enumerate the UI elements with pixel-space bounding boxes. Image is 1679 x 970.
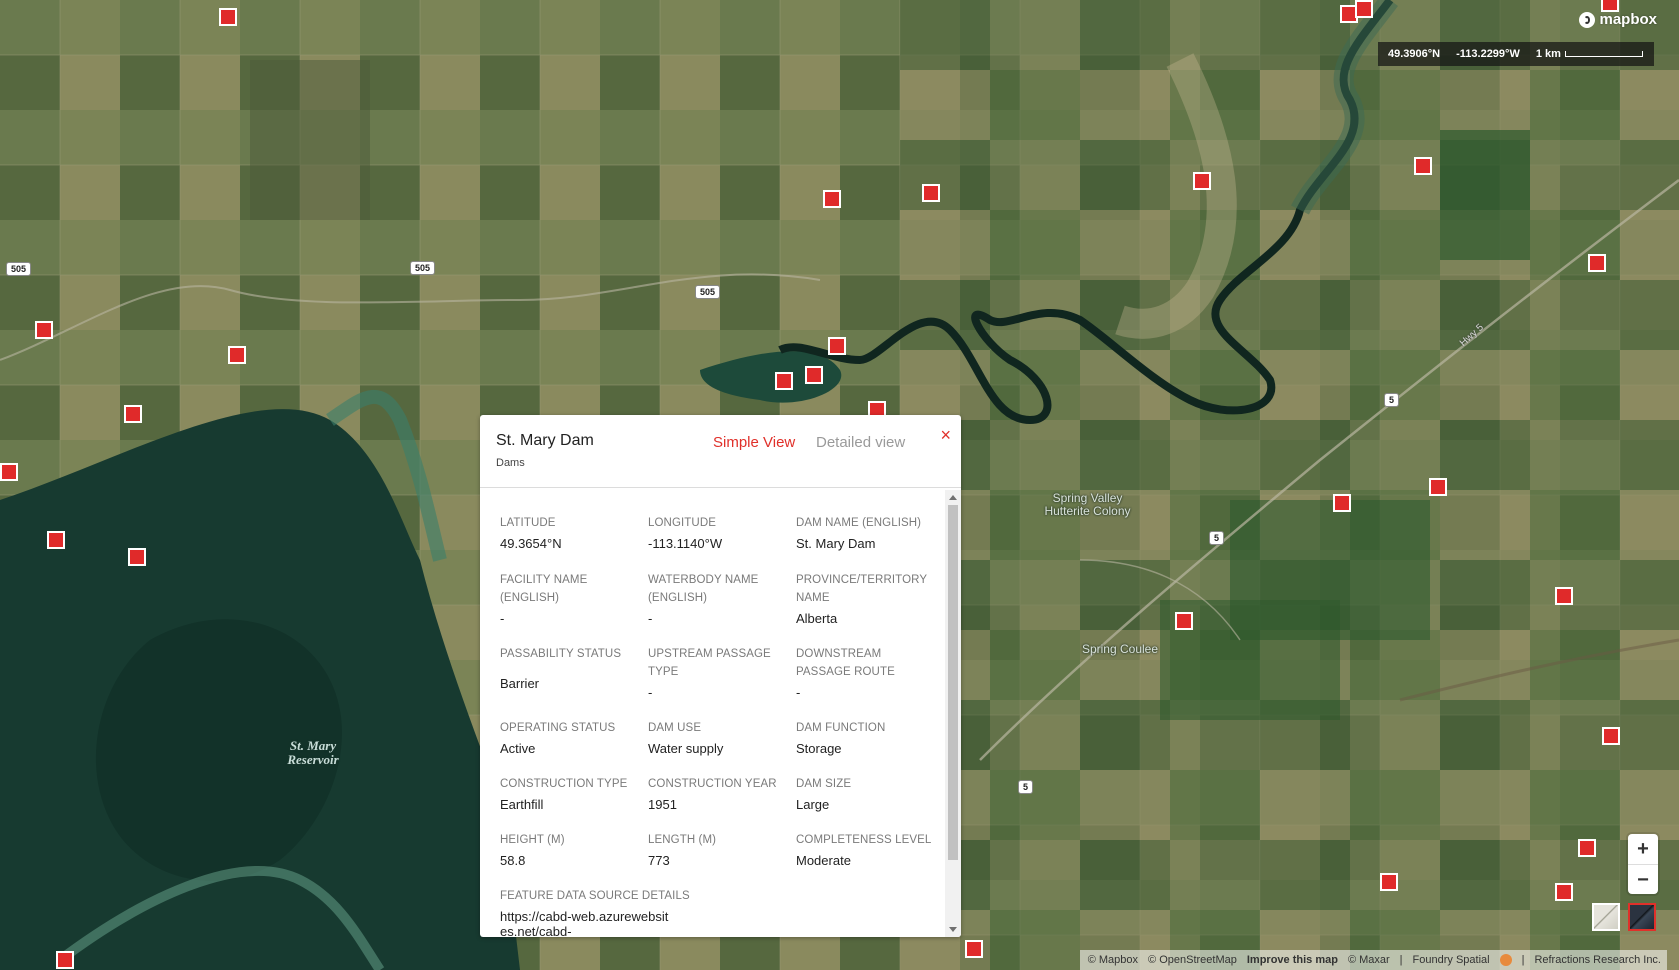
lake-label: St. Mary Reservoir	[287, 738, 339, 767]
attribution-mapbox[interactable]: © Mapbox	[1088, 954, 1138, 966]
dam-marker[interactable]	[1578, 839, 1596, 857]
field-province: PROVINCE/TERRITORY NAME Alberta	[796, 574, 927, 626]
dam-marker[interactable]	[219, 8, 237, 26]
field-latitude: LATITUDE 49.3654°N	[500, 517, 562, 551]
dam-marker[interactable]	[128, 548, 146, 566]
tab-detailed-view[interactable]: Detailed view	[816, 434, 905, 451]
road-shield: 5	[1384, 393, 1400, 407]
dam-marker[interactable]	[823, 190, 841, 208]
scale-bar: 1 km	[1536, 48, 1643, 60]
dam-marker[interactable]	[47, 531, 65, 549]
mapbox-wordmark: mapbox	[1599, 11, 1657, 28]
dam-marker[interactable]	[1193, 172, 1211, 190]
scale-label: 1 km	[1535, 48, 1561, 60]
dam-marker[interactable]	[828, 337, 846, 355]
map-attribution: © Mapbox © OpenStreetMap Improve this ma…	[1079, 950, 1667, 970]
mapbox-logo[interactable]: mapbox	[1579, 11, 1657, 28]
mapbox-icon	[1579, 11, 1596, 28]
field-longitude: LONGITUDE -113.1140°W	[648, 517, 723, 551]
popup-header: St. Mary Dam Dams Simple View Detailed v…	[480, 415, 961, 488]
field-length: LENGTH (M) 773	[648, 834, 717, 868]
scale-bar-line	[1564, 51, 1643, 57]
dam-marker[interactable]	[1333, 494, 1351, 512]
popup-subtitle: Dams	[496, 457, 525, 469]
attribution-maxar[interactable]: © Maxar	[1348, 954, 1390, 966]
zoom-out-button[interactable]: −	[1628, 864, 1658, 895]
dam-marker[interactable]	[1555, 587, 1573, 605]
field-completeness-level: COMPLETENESS LEVEL Moderate	[796, 834, 932, 868]
field-facility-name: FACILITY NAME (ENGLISH) -	[500, 574, 588, 626]
dam-marker[interactable]	[35, 321, 53, 339]
field-upstream-passage: UPSTREAM PASSAGE TYPE -	[648, 648, 771, 700]
dam-marker[interactable]	[1555, 883, 1573, 901]
dam-marker[interactable]	[56, 951, 74, 969]
attribution-foundry[interactable]: Foundry Spatial	[1413, 954, 1490, 966]
field-operating-status: OPERATING STATUS Active	[500, 722, 616, 756]
dam-marker[interactable]	[1414, 157, 1432, 175]
attribution-separator: |	[1399, 954, 1403, 966]
road-shield: 505	[695, 285, 721, 299]
dam-marker[interactable]	[1355, 0, 1373, 18]
road-shield: 505	[410, 261, 436, 275]
dam-marker[interactable]	[0, 463, 18, 481]
popup-body[interactable]: LATITUDE 49.3654°N LONGITUDE -113.1140°W D…	[480, 494, 945, 937]
field-downstream-passage: DOWNSTREAM PASSAGE ROUTE -	[796, 648, 895, 700]
dam-marker[interactable]	[124, 405, 142, 423]
field-dam-size: DAM SIZE Large	[796, 778, 852, 812]
field-dam-name: DAM NAME (ENGLISH) St. Mary Dam	[796, 517, 922, 551]
scroll-up-icon[interactable]	[949, 495, 957, 500]
longitude-readout: -113.2299°W	[1456, 48, 1520, 60]
road-shield: 5	[1018, 780, 1034, 794]
place-label-spring-coulee: Spring Coulee	[1081, 642, 1159, 656]
attribution-osm[interactable]: © OpenStreetMap	[1148, 954, 1237, 966]
dam-marker[interactable]	[228, 346, 246, 364]
dam-marker[interactable]	[922, 184, 940, 202]
dam-marker[interactable]	[1380, 873, 1398, 891]
feature-popup: St. Mary Dam Dams Simple View Detailed v…	[480, 415, 961, 937]
attribution-separator: |	[1521, 954, 1525, 966]
popup-scrollbar[interactable]	[945, 490, 961, 937]
road-shield: 505	[6, 262, 32, 276]
field-height: HEIGHT (M) 58.8	[500, 834, 565, 868]
dam-marker[interactable]	[1602, 727, 1620, 745]
field-dam-function: DAM FUNCTION Storage	[796, 722, 886, 756]
road-shield: 5	[1209, 531, 1225, 545]
dam-marker[interactable]	[805, 366, 823, 384]
dam-marker[interactable]	[1588, 254, 1606, 272]
field-construction-type: CONSTRUCTION TYPE Earthfill	[500, 778, 628, 812]
dam-marker[interactable]	[1429, 478, 1447, 496]
place-label-hutterite-colony: Spring Valley Hutterite Colony	[1044, 491, 1131, 518]
close-icon[interactable]: ×	[940, 425, 951, 446]
popup-title: St. Mary Dam	[496, 432, 594, 449]
field-data-source: FEATURE DATA SOURCE DETAILS https://cabd-…	[500, 890, 690, 937]
dam-marker[interactable]	[775, 372, 793, 390]
foundry-logo-icon	[1499, 954, 1512, 966]
dam-marker[interactable]	[965, 940, 983, 958]
tab-simple-view[interactable]: Simple View	[713, 434, 795, 451]
zoom-in-button[interactable]: +	[1628, 834, 1658, 864]
field-construction-year: CONSTRUCTION YEAR 1951	[648, 778, 777, 812]
field-waterbody-name: WATERBODY NAME (ENGLISH) -	[648, 574, 759, 626]
scrollbar-thumb[interactable]	[948, 505, 958, 860]
attribution-refractions[interactable]: Refractions Research Inc.	[1534, 954, 1661, 966]
basemap-light-button[interactable]	[1592, 903, 1620, 931]
coordinate-readout: 49.3906°N -113.2299°W 1 km	[1378, 42, 1654, 66]
latitude-readout: 49.3906°N	[1388, 48, 1441, 60]
improve-map-link[interactable]: Improve this map	[1247, 954, 1338, 966]
zoom-control: + −	[1628, 834, 1658, 894]
field-passability-status: PASSABILITY STATUS Barrier	[500, 648, 622, 691]
scroll-down-icon[interactable]	[949, 927, 957, 932]
basemap-dark-button[interactable]	[1628, 903, 1656, 931]
field-dam-use: DAM USE Water supply	[648, 722, 724, 756]
dam-marker[interactable]	[1175, 612, 1193, 630]
